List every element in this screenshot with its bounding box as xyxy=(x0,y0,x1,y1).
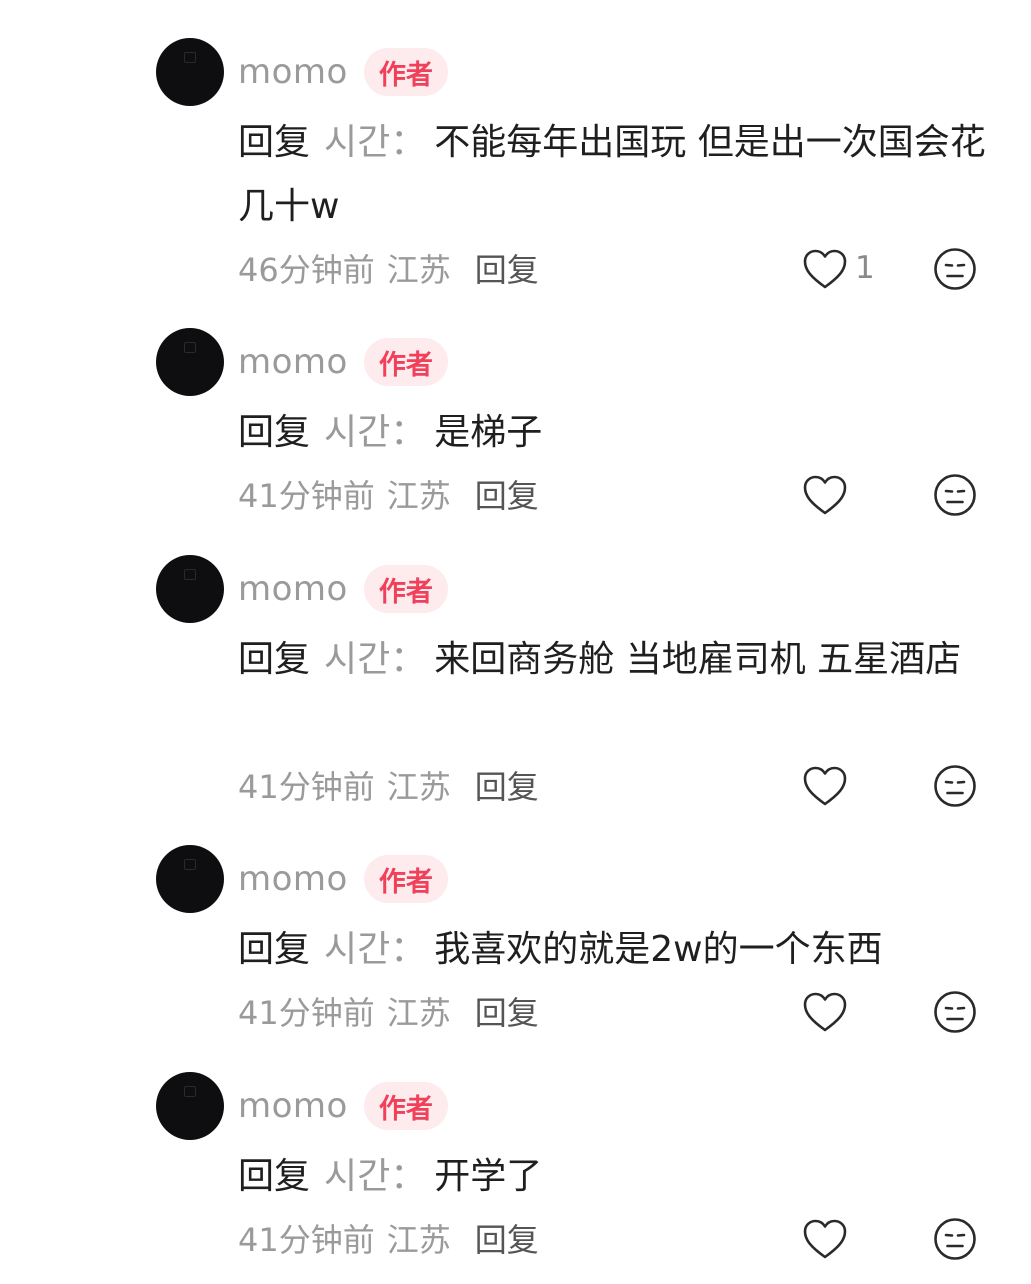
comment-body: 来回商务舱 当地雇司机 五星酒店 xyxy=(434,639,962,680)
comment-text[interactable]: 回复 시간： 我喜欢的就是2w的一个东西 xyxy=(238,918,1008,982)
neutral-face-icon[interactable] xyxy=(931,762,979,810)
avatar-logo-mark xyxy=(184,52,196,63)
reply-colon: ： xyxy=(390,122,427,163)
reply-colon: ： xyxy=(390,639,427,680)
comment-header: momo 作者 xyxy=(238,334,448,390)
reply-target-name[interactable]: 시간 xyxy=(324,639,390,680)
username[interactable]: momo xyxy=(238,342,348,382)
reply-target-name[interactable]: 시간 xyxy=(324,122,390,163)
neutral-face-icon[interactable] xyxy=(931,471,979,519)
reply-colon: ： xyxy=(390,1156,427,1197)
reply-button[interactable]: 回复 xyxy=(475,1215,539,1261)
reply-prefix: 回复 xyxy=(238,1156,311,1197)
username[interactable]: momo xyxy=(238,569,348,609)
username[interactable]: momo xyxy=(238,1086,348,1126)
reply-prefix: 回复 xyxy=(238,122,311,163)
reply-target-name[interactable]: 시간 xyxy=(324,929,390,970)
reply-target-name[interactable]: 시간 xyxy=(324,412,390,453)
comment-text[interactable]: 回复 시간： 不能每年出国玩 但是出一次国会花几十w xyxy=(238,111,1008,239)
heart-outline-icon[interactable] xyxy=(800,987,850,1037)
avatar-logo-mark xyxy=(184,569,196,580)
comment-time: 46分钟前 xyxy=(238,251,375,289)
username[interactable]: momo xyxy=(238,52,348,92)
comment-header: momo 作者 xyxy=(238,44,448,100)
reply-button[interactable]: 回复 xyxy=(475,471,539,517)
comment-text[interactable]: 回复 시간： 开学了 xyxy=(238,1145,1008,1209)
comment-body: 开学了 xyxy=(434,1156,543,1197)
comment-meta: 46分钟前 江苏 回复 xyxy=(238,243,539,293)
comment-meta: 41分钟前 江苏 回复 xyxy=(238,986,539,1036)
avatar-logo-mark xyxy=(184,859,196,870)
comment-time: 41分钟前 xyxy=(238,994,375,1032)
comment-header: momo 作者 xyxy=(238,561,448,617)
comment-header: momo 作者 xyxy=(238,851,448,907)
heart-outline-icon[interactable] xyxy=(800,470,850,520)
reply-button[interactable]: 回复 xyxy=(475,762,539,808)
comment-meta: 41分钟前 江苏 回复 xyxy=(238,469,539,519)
avatar[interactable] xyxy=(156,845,224,913)
author-badge: 作者 xyxy=(363,338,448,386)
comment-time: 41分钟前 xyxy=(238,768,375,806)
comment-time: 41分钟前 xyxy=(238,1221,375,1259)
comment-text[interactable]: 回复 시간： 来回商务舱 当地雇司机 五星酒店 xyxy=(238,628,1008,692)
reply-prefix: 回复 xyxy=(238,929,311,970)
comment-time: 41分钟前 xyxy=(238,477,375,515)
reply-prefix: 回复 xyxy=(238,412,311,453)
comment-text[interactable]: 回复 시간： 是梯子 xyxy=(238,401,1008,465)
comment-region: 江苏 xyxy=(386,251,451,289)
avatar[interactable] xyxy=(156,555,224,623)
avatar[interactable] xyxy=(156,328,224,396)
neutral-face-icon[interactable] xyxy=(931,1215,979,1263)
avatar[interactable] xyxy=(156,1072,224,1140)
comment-region: 江苏 xyxy=(386,477,451,515)
comment-header: momo 作者 xyxy=(238,1078,448,1134)
heart-outline-icon[interactable] xyxy=(800,244,850,294)
avatar-logo-mark xyxy=(184,342,196,353)
heart-outline-icon[interactable] xyxy=(800,1214,850,1264)
comment-meta: 41分钟前 江苏 回复 xyxy=(238,1213,539,1263)
comment-body: 是梯子 xyxy=(434,412,543,453)
reply-colon: ： xyxy=(390,929,427,970)
author-badge: 作者 xyxy=(363,1082,448,1130)
reply-target-name[interactable]: 시간 xyxy=(324,1156,390,1197)
neutral-face-icon[interactable] xyxy=(931,988,979,1036)
neutral-face-icon[interactable] xyxy=(931,245,979,293)
author-badge: 作者 xyxy=(363,48,448,96)
author-badge: 作者 xyxy=(363,855,448,903)
comment-region: 江苏 xyxy=(386,1221,451,1259)
comment-body: 我喜欢的就是2w的一个东西 xyxy=(434,929,883,970)
reply-button[interactable]: 回复 xyxy=(475,988,539,1034)
reply-prefix: 回复 xyxy=(238,639,311,680)
like-count: 1 xyxy=(855,250,875,286)
comment-region: 江苏 xyxy=(386,768,451,806)
reply-colon: ： xyxy=(390,412,427,453)
comment-meta: 41分钟前 江苏 回复 xyxy=(238,760,539,810)
comment-region: 江苏 xyxy=(386,994,451,1032)
reply-button[interactable]: 回复 xyxy=(475,245,539,291)
username[interactable]: momo xyxy=(238,859,348,899)
heart-outline-icon[interactable] xyxy=(800,761,850,811)
avatar-logo-mark xyxy=(184,1086,196,1097)
avatar[interactable] xyxy=(156,38,224,106)
author-badge: 作者 xyxy=(363,565,448,613)
